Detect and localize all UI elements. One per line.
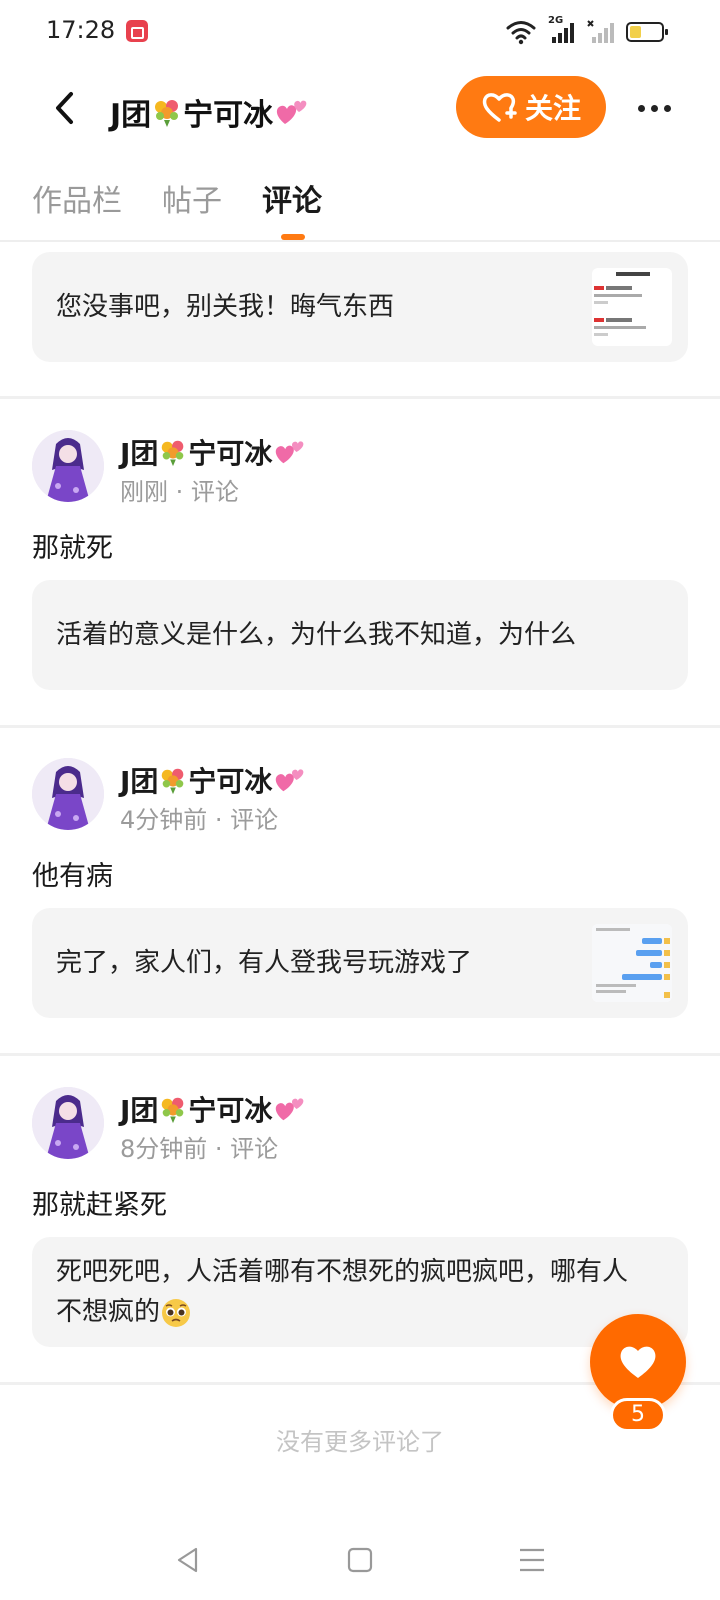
quoted-post[interactable]: 活着的意义是什么，为什么我不知道，为什么 <box>32 580 688 690</box>
bouquet-emoji-icon <box>162 440 184 467</box>
nav-back-triangle-icon <box>177 1547 198 1573</box>
quoted-post-body: 死吧死吧，人活着哪有不想死的疯吧疯吧，哪有人不想疯的 <box>56 1257 629 1327</box>
avatar[interactable] <box>32 1087 104 1159</box>
wifi-icon <box>506 21 536 45</box>
comment-author[interactable]: J团 宁可冰 <box>120 432 306 472</box>
tab-bar: 作品栏 帖子 评论 <box>0 168 720 240</box>
two-hearts-emoji-icon <box>276 769 304 792</box>
heart-plus-icon <box>482 93 517 122</box>
nav-home-button[interactable] <box>340 1540 380 1580</box>
follow-label: 关注 <box>524 92 581 125</box>
tab-comments[interactable]: 评论 <box>262 176 322 220</box>
more-dot-icon <box>637 104 645 112</box>
screen-record-icon <box>126 20 148 42</box>
comment-text: 那就赶紧死 <box>32 1190 167 1221</box>
signal-icon-secondary <box>587 20 614 43</box>
signal-icon: 2G <box>546 15 576 45</box>
quoted-post-text: 完了，家人们，有人登我号玩游戏了 <box>56 948 473 978</box>
more-options-button[interactable] <box>630 84 678 132</box>
nav-back-button[interactable] <box>168 1540 208 1580</box>
two-hearts-emoji-icon <box>277 100 307 124</box>
comment-text: 他有病 <box>32 861 113 892</box>
heart-icon <box>620 1346 656 1378</box>
title-name: 宁可冰 <box>183 98 274 133</box>
pleading-face-emoji-icon <box>162 1298 191 1327</box>
author-prefix: J团 <box>120 437 159 470</box>
status-icons: 2G <box>506 15 668 46</box>
quoted-post-thumbnail <box>592 268 672 346</box>
quoted-post[interactable]: 死吧死吧，人活着哪有不想死的疯吧疯吧，哪有人不想疯的 <box>32 1237 688 1347</box>
comment-meta: 4分钟前 · 评论 <box>120 806 279 834</box>
bouquet-emoji-icon <box>155 100 179 127</box>
comment-meta: 8分钟前 · 评论 <box>120 1135 279 1163</box>
like-count: 5 <box>610 1398 666 1432</box>
author-prefix: J团 <box>120 765 159 798</box>
top-bar: J团 宁可冰 关注 <box>0 68 720 148</box>
comment-meta: 刚刚 · 评论 <box>120 478 239 506</box>
system-nav-bar <box>0 1520 720 1600</box>
two-hearts-emoji-icon <box>276 1098 304 1121</box>
battery-level <box>630 26 641 38</box>
author-name: 宁可冰 <box>188 1094 273 1127</box>
author-prefix: J团 <box>120 1094 159 1127</box>
battery-icon <box>626 22 668 42</box>
comment-text: 那就死 <box>32 533 113 564</box>
quoted-post[interactable]: 您没事吧，别关我！晦气东西 <box>32 252 688 362</box>
tabs-divider <box>0 240 720 242</box>
tab-posts[interactable]: 帖子 <box>162 176 222 220</box>
nav-menu-button[interactable] <box>512 1540 552 1580</box>
avatar[interactable] <box>32 430 104 502</box>
avatar[interactable] <box>32 758 104 830</box>
divider <box>0 725 720 728</box>
bouquet-emoji-icon <box>162 768 184 795</box>
comment-author[interactable]: J团 宁可冰 <box>120 1089 306 1129</box>
quoted-post-thumbnail <box>592 924 672 1002</box>
two-hearts-emoji-icon <box>276 441 304 464</box>
back-button[interactable] <box>40 84 88 132</box>
like-button[interactable] <box>590 1314 686 1410</box>
divider <box>0 396 720 399</box>
more-dot-icon <box>663 104 671 112</box>
nav-home-square-icon <box>347 1547 373 1573</box>
follow-button[interactable]: 关注 <box>456 76 606 138</box>
divider <box>0 1053 720 1056</box>
quoted-post-text: 您没事吧，别关我！晦气东西 <box>56 292 395 322</box>
quoted-post-text: 活着的意义是什么，为什么我不知道，为什么 <box>56 620 577 650</box>
author-name: 宁可冰 <box>188 765 273 798</box>
more-dot-icon <box>650 104 658 112</box>
comment-author[interactable]: J团 宁可冰 <box>120 760 306 800</box>
quoted-post-text: 死吧死吧，人活着哪有不想死的疯吧疯吧，哪有人不想疯的 <box>56 1252 648 1332</box>
nav-menu-icon <box>520 1548 544 1572</box>
tab-works[interactable]: 作品栏 <box>32 176 122 220</box>
network-type-label: 2G <box>548 15 564 26</box>
page-title: J团 宁可冰 <box>110 90 309 134</box>
no-more-comments-label: 没有更多评论了 <box>276 1428 444 1456</box>
back-arrow-icon <box>56 92 73 124</box>
status-bar: 17:28 2G <box>0 0 720 64</box>
author-name: 宁可冰 <box>188 437 273 470</box>
title-prefix: J团 <box>110 98 152 133</box>
status-time: 17:28 <box>46 16 116 44</box>
quoted-post[interactable]: 完了，家人们，有人登我号玩游戏了 <box>32 908 688 1018</box>
bouquet-emoji-icon <box>162 1097 184 1124</box>
